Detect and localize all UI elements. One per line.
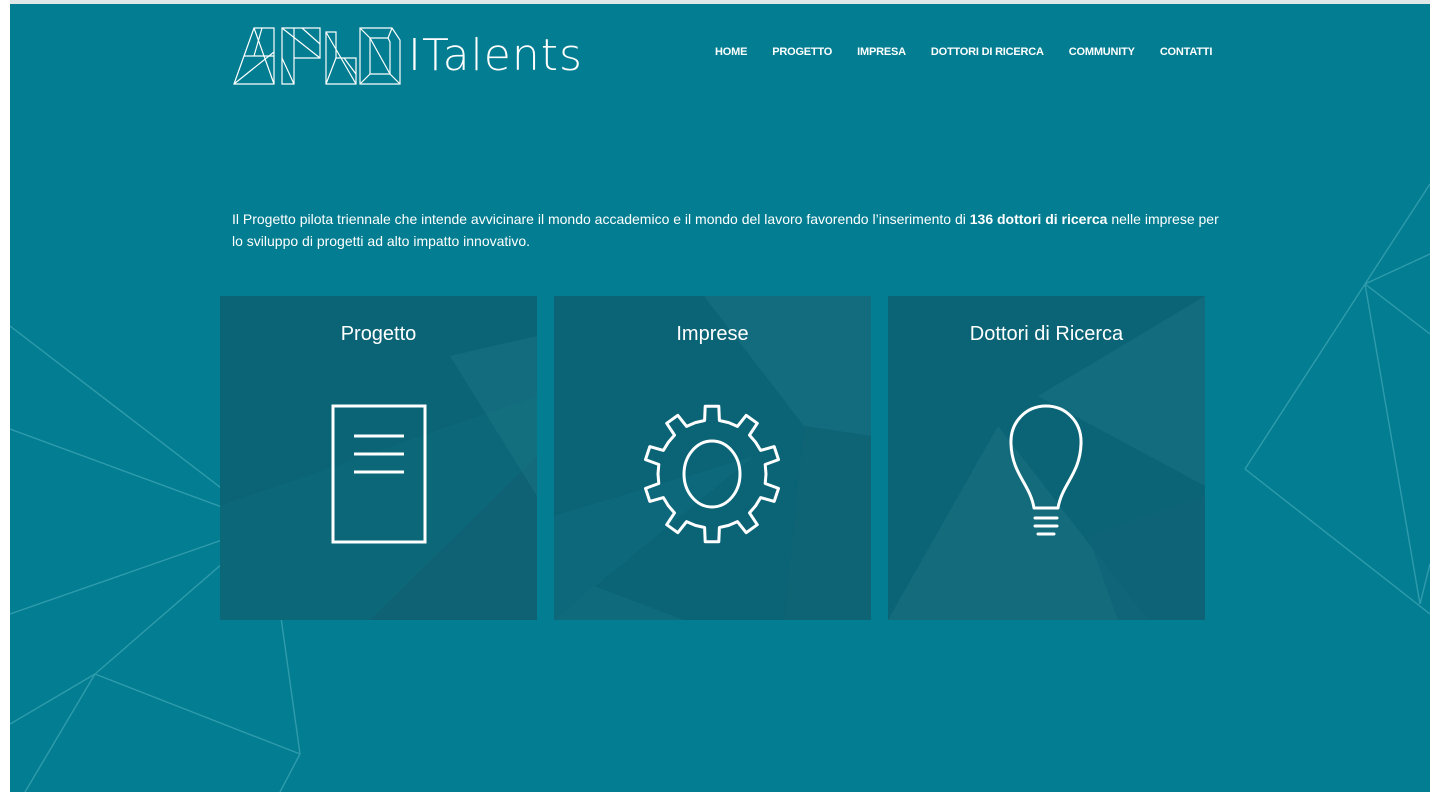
- nav-item-home[interactable]: HOME: [715, 46, 747, 58]
- nav-item-community[interactable]: COMMUNITY: [1069, 46, 1135, 58]
- card-dottori-di-ricerca[interactable]: Dottori di Ricerca: [888, 296, 1205, 620]
- nav-item-dottori-di-ricerca[interactable]: DOTTORI DI RICERCA: [931, 46, 1044, 58]
- gear-icon: [644, 404, 780, 544]
- page: ITalents HOME PROGETTO IMPRESA DOTTORI D…: [0, 0, 1434, 792]
- intro-text-start: Il Progetto pilota triennale che intende…: [232, 211, 970, 227]
- phd-polygon-logo-icon: [233, 27, 401, 85]
- document-icon: [331, 404, 427, 544]
- nav-item-contatti[interactable]: CONTATTI: [1160, 46, 1213, 58]
- hero-section: ITalents HOME PROGETTO IMPRESA DOTTORI D…: [10, 4, 1430, 792]
- main-nav: HOME PROGETTO IMPRESA DOTTORI DI RICERCA…: [715, 46, 1212, 58]
- card-title-dottori-di-ricerca: Dottori di Ricerca: [969, 323, 1124, 345]
- intro-highlight: 136 dottori di ricerca: [969, 211, 1108, 227]
- card-imprese[interactable]: Imprese: [554, 296, 871, 620]
- card-title-imprese: Imprese: [676, 323, 749, 345]
- card-title-progetto: Progetto: [340, 323, 417, 345]
- card-progetto[interactable]: Progetto: [220, 296, 537, 620]
- brand-name: ITalents: [408, 30, 583, 81]
- nav-item-impresa[interactable]: IMPRESA: [857, 46, 906, 58]
- intro-text: Il Progetto pilota triennale che intende…: [232, 208, 1232, 252]
- nav-item-progetto[interactable]: PROGETTO: [772, 46, 832, 58]
- lightbulb-icon: [1009, 404, 1083, 536]
- brand-logo[interactable]: ITalents: [232, 18, 592, 90]
